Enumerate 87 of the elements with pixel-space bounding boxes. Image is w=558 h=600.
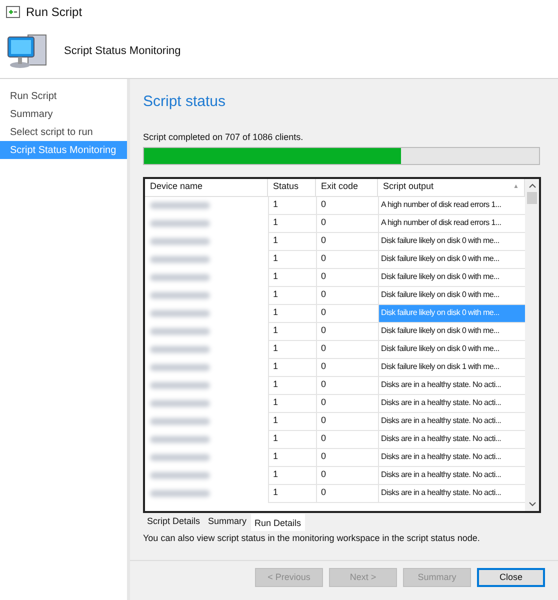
table-cell: 1 — [268, 322, 316, 340]
table-cell: 0 — [316, 268, 378, 286]
scrollbar[interactable] — [525, 178, 539, 510]
table-cell: 1 — [268, 268, 316, 286]
table-cell: 1 — [268, 394, 316, 412]
table-cell: 1 — [268, 232, 316, 250]
blurred-device-name — [150, 490, 210, 497]
app-icon — [6, 6, 20, 18]
table-cell: 1 — [268, 376, 316, 394]
table-cell: 1 — [268, 340, 316, 358]
table-cell: 0 — [316, 322, 378, 340]
table-row[interactable]: 1 0 Disk failure likely on disk 0 with me... — [145, 250, 525, 268]
blurred-device-name — [150, 472, 210, 479]
table-row[interactable]: 1 0 A high number of disk read errors 1... — [145, 214, 525, 232]
progress-text: Script completed on 707 of 1086 clients. — [143, 131, 304, 144]
blurred-device-name — [150, 364, 210, 371]
column-header[interactable]: Status — [268, 178, 316, 196]
scroll-thumb[interactable] — [527, 192, 537, 204]
table-row[interactable]: 1 0 Disks are in a healthy state. No acti... — [145, 430, 525, 448]
blurred-device-name — [150, 310, 210, 317]
table-row[interactable]: 1 0 Disks are in a healthy state. No acti... — [145, 412, 525, 430]
table-cell: 1 — [268, 466, 316, 484]
table-cell: 0 — [316, 484, 378, 502]
table-row[interactable]: 1 0 Disk failure likely on disk 0 with me... — [145, 340, 525, 358]
info-text: You can also view script status in the monitoring workspace in the script status node. — [143, 532, 481, 545]
window-title: Run Script — [26, 4, 82, 21]
blurred-device-name — [150, 346, 210, 353]
header-title: Script Status Monitoring — [64, 44, 181, 59]
table-cell: 0 — [316, 196, 378, 214]
scroll-down-icon[interactable] — [528, 502, 536, 506]
table-cell: 1 — [268, 196, 316, 214]
table-cell: 1 — [268, 412, 316, 430]
section-heading: Script status — [143, 92, 227, 112]
table-row[interactable]: 1 0 Disks are in a healthy state. No acti... — [145, 466, 525, 484]
table-cell: 1 — [268, 286, 316, 304]
blurred-device-name — [150, 274, 210, 281]
table-cell: 0 — [316, 448, 378, 466]
table-cell: 1 — [268, 484, 316, 502]
table-row[interactable]: 1 0 Disk failure likely on disk 0 with me... — [145, 304, 525, 322]
blurred-device-name — [150, 220, 210, 227]
blurred-device-name — [150, 436, 210, 443]
sidebar-item[interactable]: Select script to run — [0, 123, 127, 141]
tab[interactable]: Run Details — [250, 514, 306, 530]
column-header[interactable]: Exit code — [316, 178, 378, 196]
blurred-device-name — [150, 238, 210, 245]
table-cell: 1 — [268, 358, 316, 376]
table-cell: 1 — [268, 214, 316, 232]
table-cell: 1 — [268, 448, 316, 466]
sidebar-item[interactable]: Summary — [0, 105, 127, 123]
column-header[interactable]: Device name — [145, 178, 268, 196]
blurred-device-name — [150, 292, 210, 299]
table-cell: 1 — [268, 250, 316, 268]
table-row[interactable]: 1 0 Disk failure likely on disk 0 with me... — [145, 322, 525, 340]
blurred-device-name — [150, 382, 210, 389]
table-cell: 0 — [316, 340, 378, 358]
table-cell: 0 — [316, 358, 378, 376]
table-cell: 0 — [316, 430, 378, 448]
blurred-device-name — [150, 202, 210, 209]
sidebar-item[interactable]: Run Script — [0, 87, 127, 105]
tab[interactable]: Script Details — [143, 514, 204, 528]
table-cell: 0 — [316, 232, 378, 250]
blurred-device-name — [150, 454, 210, 461]
tab[interactable]: Summary — [204, 514, 251, 528]
table-cell: 0 — [316, 412, 378, 430]
table-cell: 1 — [268, 430, 316, 448]
table-row[interactable]: 1 0 Disks are in a healthy state. No acti... — [145, 448, 525, 466]
scroll-up-icon[interactable] — [528, 182, 536, 188]
table-row[interactable]: 1 0 Disk failure likely on disk 1 with me... — [145, 358, 525, 376]
table-row[interactable]: 1 0 Disk failure likely on disk 0 with me... — [145, 268, 525, 286]
table-cell: 0 — [316, 214, 378, 232]
table-row[interactable]: 1 0 Disk failure likely on disk 0 with me... — [145, 232, 525, 250]
blurred-device-name — [150, 418, 210, 425]
table-row[interactable]: 1 0 Disks are in a healthy state. No acti... — [145, 394, 525, 412]
table-cell: 1 — [268, 304, 316, 322]
blurred-device-name — [150, 256, 210, 263]
table-row[interactable]: 1 0 Disks are in a healthy state. No acti... — [145, 376, 525, 394]
blurred-device-name — [150, 400, 210, 407]
table-cell: 0 — [316, 286, 378, 304]
table-cell: 0 — [316, 394, 378, 412]
table-row[interactable]: 1 0 A high number of disk read errors 1... — [145, 196, 525, 214]
dialog-button[interactable]: Close — [477, 568, 545, 587]
table-cell: 0 — [316, 376, 378, 394]
blurred-device-name — [150, 328, 210, 335]
table-cell: 0 — [316, 466, 378, 484]
table-row[interactable]: 1 0 Disks are in a healthy state. No acti... — [145, 484, 525, 502]
table-cell: 0 — [316, 250, 378, 268]
table-cell: Disk failure likely on disk 0 with me... — [378, 304, 525, 322]
